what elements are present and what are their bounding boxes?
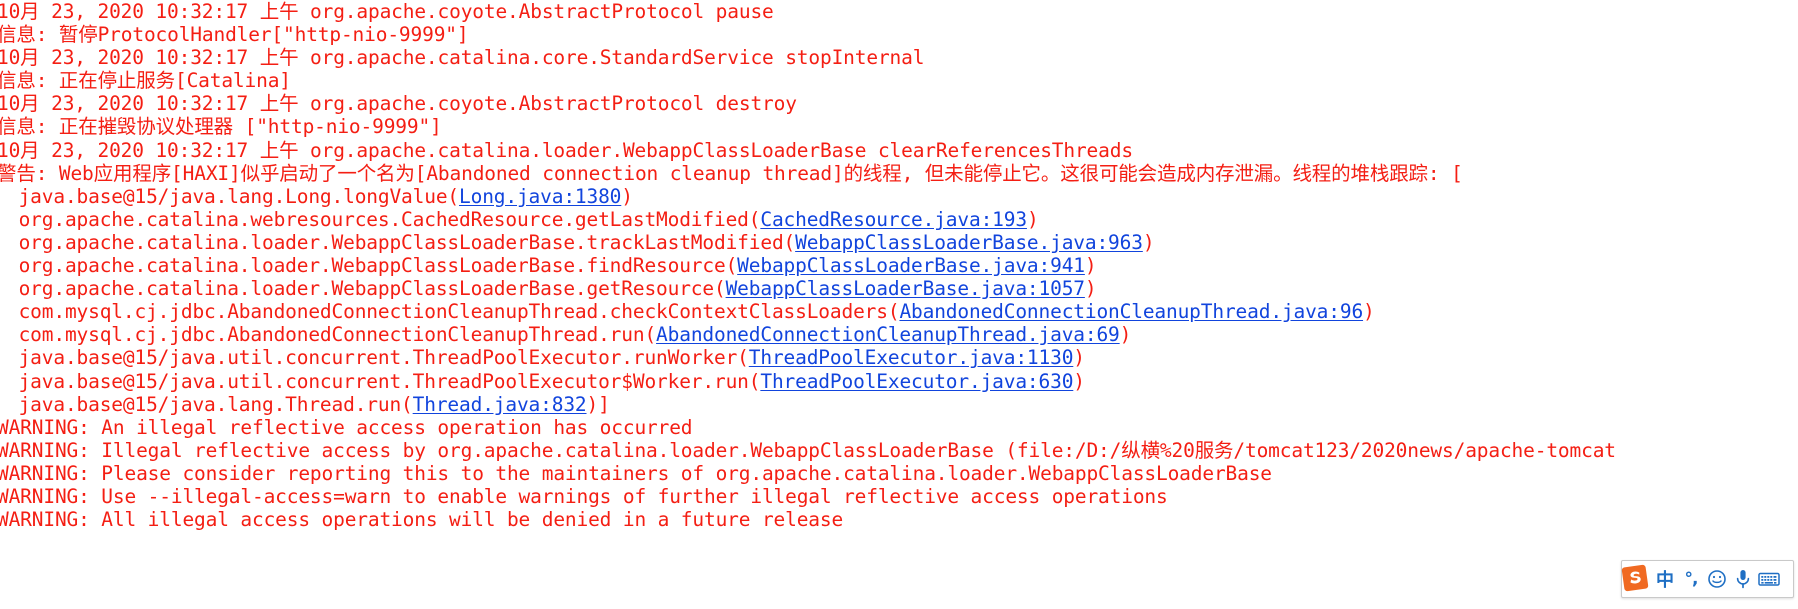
ime-punctuation-button[interactable]: °, xyxy=(1678,561,1704,597)
sogou-ime-toolbar[interactable]: 中 °, xyxy=(1621,560,1794,598)
console-line-text: java.base@15/java.util.concurrent.Thread… xyxy=(7,346,749,370)
ime-input-mode-button[interactable]: 中 xyxy=(1652,561,1678,597)
console-line-text: 10月 23, 2020 10:32:17 上午 org.apache.cata… xyxy=(0,138,1133,162)
console-line-text: java.base@15/java.util.concurrent.Thread… xyxy=(7,369,761,393)
console-line-text: WARNING: Use --illegal-access=warn to en… xyxy=(0,484,1168,508)
console-line-text: WARNING: All illegal access operations w… xyxy=(0,508,844,532)
console-line-text: 信息: 暂停ProtocolHandler["http-nio-9999"] xyxy=(0,23,469,47)
console-line: 10月 23, 2020 10:32:17 上午 org.apache.coyo… xyxy=(0,92,1798,115)
console-line-text: org.apache.catalina.loader.WebappClassLo… xyxy=(7,277,726,301)
stacktrace-source-link[interactable]: AbandonedConnectionCleanupThread.java:96 xyxy=(899,300,1363,323)
console-line-text: java.base@15/java.lang.Thread.run( xyxy=(7,392,413,416)
stacktrace-source-link[interactable]: Long.java:1380 xyxy=(459,185,621,208)
console-line: java.base@15/java.util.concurrent.Thread… xyxy=(0,346,1798,369)
console-line-text-tail: ) xyxy=(1026,207,1039,231)
console-line: 信息: 暂停ProtocolHandler["http-nio-9999"] xyxy=(0,23,1798,46)
console-line-text: org.apache.catalina.loader.WebappClassLo… xyxy=(7,254,738,278)
soft-keyboard-icon[interactable] xyxy=(1756,561,1782,597)
console-line: WARNING: An illegal reflective access op… xyxy=(0,416,1798,439)
console-line-text: org.apache.catalina.webresources.CachedR… xyxy=(7,207,761,231)
console-line-text: 10月 23, 2020 10:32:17 上午 org.apache.cata… xyxy=(0,46,925,70)
console-line: 信息: 正在停止服务[Catalina] xyxy=(0,69,1798,92)
console-line-text-tail: ) xyxy=(1073,346,1085,370)
console-line: com.mysql.cj.jdbc.AbandonedConnectionCle… xyxy=(0,300,1798,323)
console-line-text: java.base@15/java.lang.Long.longValue( xyxy=(7,184,460,208)
console-line-text: 信息: 正在摧毁协议处理器 ["http-nio-9999"] xyxy=(0,115,442,139)
console-line: 10月 23, 2020 10:32:17 上午 org.apache.cata… xyxy=(0,139,1798,162)
console-line-text: 警告: Web应用程序[HAXI]似乎启动了一个名为[Abandoned con… xyxy=(0,161,1463,185)
console-line-text: 信息: 正在停止服务[Catalina] xyxy=(0,69,291,93)
console-line: java.base@15/java.lang.Long.longValue(Lo… xyxy=(0,185,1798,208)
java-console-output[interactable]: 10月 23, 2020 10:32:17 上午 org.apache.coyo… xyxy=(0,0,1798,609)
console-line: 信息: 正在摧毁协议处理器 ["http-nio-9999"] xyxy=(0,115,1798,138)
console-line: 10月 23, 2020 10:32:17 上午 org.apache.coyo… xyxy=(0,0,1798,23)
console-line-text: WARNING: An illegal reflective access op… xyxy=(0,415,693,439)
stacktrace-source-link[interactable]: ThreadPoolExecutor.java:1130 xyxy=(749,346,1074,369)
console-line-text-tail: ) xyxy=(1142,230,1155,254)
stacktrace-source-link[interactable]: WebappClassLoaderBase.java:941 xyxy=(737,254,1085,277)
stacktrace-source-link[interactable]: AbandonedConnectionCleanupThread.java:69 xyxy=(656,323,1120,346)
console-line-text: 10月 23, 2020 10:32:17 上午 org.apache.coyo… xyxy=(0,92,797,116)
console-line: java.base@15/java.util.concurrent.Thread… xyxy=(0,370,1798,393)
console-line-text: WARNING: Illegal reflective access by or… xyxy=(0,438,1616,462)
console-line: WARNING: Illegal reflective access by or… xyxy=(0,439,1798,462)
sogou-logo-icon[interactable] xyxy=(1618,560,1652,596)
stacktrace-source-link[interactable]: WebappClassLoaderBase.java:963 xyxy=(795,231,1143,254)
console-line-text: com.mysql.cj.jdbc.AbandonedConnectionCle… xyxy=(7,323,657,347)
microphone-icon[interactable] xyxy=(1730,561,1756,597)
console-line-text-tail: )] xyxy=(586,392,610,416)
console-line-text: org.apache.catalina.loader.WebappClassLo… xyxy=(7,230,796,254)
console-line: java.base@15/java.lang.Thread.run(Thread… xyxy=(0,393,1798,416)
stacktrace-source-link[interactable]: CachedResource.java:193 xyxy=(760,208,1027,231)
console-line: com.mysql.cj.jdbc.AbandonedConnectionCle… xyxy=(0,323,1798,346)
console-line-text-tail: ) xyxy=(1084,254,1097,278)
console-line: WARNING: All illegal access operations w… xyxy=(0,508,1798,531)
stacktrace-source-link[interactable]: WebappClassLoaderBase.java:1057 xyxy=(726,277,1085,300)
console-line: 警告: Web应用程序[HAXI]似乎启动了一个名为[Abandoned con… xyxy=(0,162,1798,185)
console-line: org.apache.catalina.loader.WebappClassLo… xyxy=(0,231,1798,254)
stacktrace-source-link[interactable]: Thread.java:832 xyxy=(413,393,587,416)
console-line: WARNING: Use --illegal-access=warn to en… xyxy=(0,485,1798,508)
console-line: WARNING: Please consider reporting this … xyxy=(0,462,1798,485)
smiley-icon[interactable] xyxy=(1704,561,1730,597)
console-line-text-tail: ) xyxy=(1363,300,1375,324)
console-line: org.apache.catalina.loader.WebappClassLo… xyxy=(0,254,1798,277)
console-line: org.apache.catalina.webresources.CachedR… xyxy=(0,208,1798,231)
console-line-text-tail: ) xyxy=(1073,369,1085,393)
console-line: org.apache.catalina.loader.WebappClassLo… xyxy=(0,277,1798,300)
console-line-text-tail: ) xyxy=(1119,323,1132,347)
console-line-text-tail: ) xyxy=(621,184,633,208)
console-line-text: WARNING: Please consider reporting this … xyxy=(0,461,1272,485)
stacktrace-source-link[interactable]: ThreadPoolExecutor.java:630 xyxy=(760,370,1073,393)
console-line-text: com.mysql.cj.jdbc.AbandonedConnectionCle… xyxy=(7,300,900,324)
console-line-text-tail: ) xyxy=(1084,277,1097,301)
console-line-text: 10月 23, 2020 10:32:17 上午 org.apache.coyo… xyxy=(0,0,774,23)
console-line: 10月 23, 2020 10:32:17 上午 org.apache.cata… xyxy=(0,46,1798,69)
